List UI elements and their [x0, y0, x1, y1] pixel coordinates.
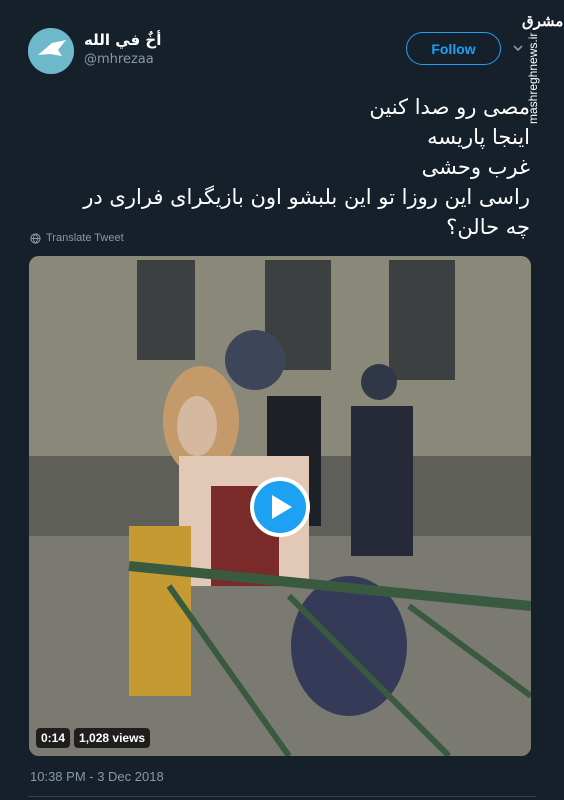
divider [28, 796, 536, 797]
user-info: أخٌ في الله @mhrezaa [84, 30, 161, 70]
follow-button[interactable]: Follow [406, 32, 501, 65]
tweet-text: مصی رو صدا کنین اینجا پاریسه غرب وحشی را… [30, 92, 530, 242]
video-player[interactable]: 0:14 1,028 views [29, 256, 531, 756]
tweet-line: راسی این روزا تو این بلبشو اون بازیگرای … [83, 185, 530, 209]
watermark-logo: مشرق [522, 12, 564, 30]
translate-label: Translate Tweet [46, 232, 124, 244]
video-duration: 0:14 [36, 728, 71, 748]
tweet-line: مصی رو صدا کنین [369, 95, 530, 119]
bird-icon [28, 28, 74, 74]
tweet-header: أخٌ في الله @mhrezaa Follow [28, 28, 536, 74]
globe-icon [30, 232, 41, 244]
translate-tweet-link[interactable]: Translate Tweet [30, 232, 124, 244]
user-handle[interactable]: @mhrezaa [84, 50, 161, 70]
tweet-line: اینجا پاریسه [427, 125, 530, 149]
tweet-line: غرب وحشی [421, 155, 530, 179]
video-stats: 0:14 1,028 views [36, 728, 151, 748]
display-name[interactable]: أخٌ في الله [84, 30, 161, 50]
play-button[interactable] [250, 477, 310, 537]
tweet-timestamp[interactable]: 10:38 PM - 3 Dec 2018 [30, 769, 164, 784]
view-count: 1,028 views [74, 728, 151, 748]
play-icon [272, 495, 292, 519]
avatar[interactable] [28, 28, 74, 74]
